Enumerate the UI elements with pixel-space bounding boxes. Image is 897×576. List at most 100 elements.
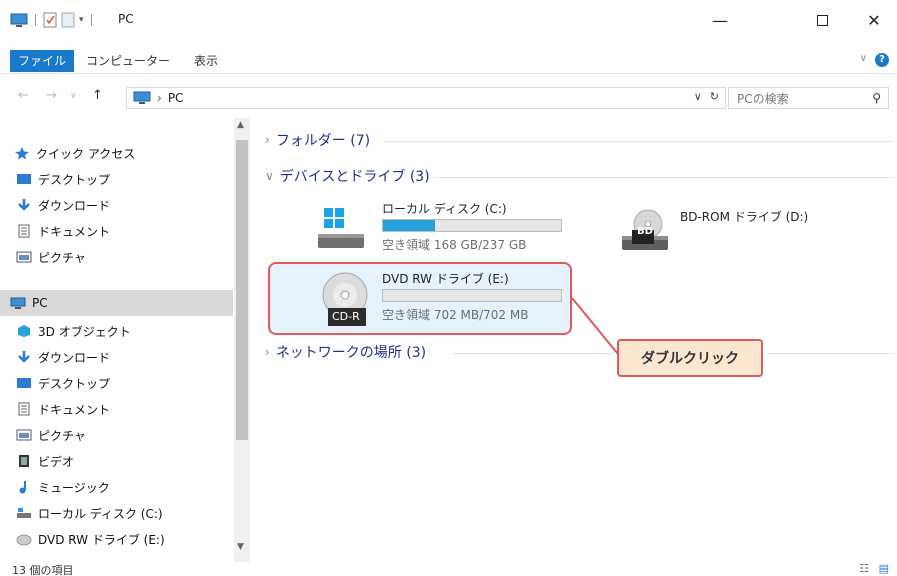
recent-locations-icon[interactable]: ∨ bbox=[70, 91, 77, 101]
drive-e[interactable]: CD-R DVD RW ドライブ (E:) 空き領域 702 MB/702 MB bbox=[270, 266, 562, 328]
minimize-icon: — bbox=[712, 10, 728, 30]
pc-icon[interactable] bbox=[10, 13, 28, 28]
pc-icon bbox=[133, 91, 151, 104]
close-icon: ✕ bbox=[867, 10, 881, 30]
breadcrumb[interactable]: PC bbox=[168, 91, 184, 105]
nav-item-music[interactable]: ミュージック bbox=[16, 474, 249, 500]
group-network[interactable]: › ネットワークの場所 (3) bbox=[265, 342, 426, 362]
pictures-icon bbox=[16, 429, 32, 441]
nav-item-videos[interactable]: ビデオ bbox=[16, 448, 249, 474]
large-icons-view-icon[interactable]: ▤ bbox=[879, 562, 889, 575]
nav-item-pictures[interactable]: ピクチャ ✎ bbox=[16, 244, 249, 270]
refresh-icon[interactable]: ↻ bbox=[710, 90, 719, 103]
up-icon[interactable]: ↑ bbox=[92, 88, 103, 103]
title-bar: ▾ PC — ✕ bbox=[0, 0, 897, 46]
scroll-up-icon[interactable]: ▲ bbox=[237, 120, 244, 130]
scroll-down-icon[interactable]: ▼ bbox=[237, 542, 244, 552]
divider bbox=[434, 177, 894, 178]
nav-item-downloads-pc[interactable]: ダウンロード bbox=[16, 344, 249, 370]
drive-icon bbox=[17, 508, 31, 518]
separator bbox=[35, 14, 36, 26]
address-actions: ∨ ↻ bbox=[694, 90, 719, 103]
explorer-window: ▾ PC — ✕ ファイル コンピューター 表示 ∨ ? ← → ∨ ↑ › P… bbox=[0, 0, 897, 576]
tab-file[interactable]: ファイル bbox=[10, 50, 75, 72]
download-icon bbox=[18, 199, 30, 211]
nav-item-desktop-pc[interactable]: デスクトップ bbox=[16, 370, 249, 396]
chevron-right-icon: › bbox=[265, 345, 270, 359]
drive-usage-fill bbox=[383, 220, 435, 231]
nav-item-pc[interactable]: PC bbox=[0, 290, 233, 316]
customize-qat-icon[interactable]: ▾ bbox=[79, 15, 84, 25]
nav-item-label: デスクトップ bbox=[38, 172, 111, 187]
desktop-icon bbox=[17, 378, 31, 388]
address-dropdown-icon[interactable]: ∨ bbox=[694, 90, 702, 103]
pictures-icon bbox=[16, 251, 32, 263]
group-devices[interactable]: ∨ デバイスとドライブ (3) bbox=[265, 166, 430, 186]
nav-item-pictures-pc[interactable]: ピクチャ bbox=[16, 422, 249, 448]
drive-badge: BD bbox=[637, 226, 653, 237]
new-folder-icon[interactable] bbox=[61, 12, 75, 28]
drive-d[interactable]: BD BD-ROM ドライブ (D:) bbox=[568, 196, 858, 258]
disc-icon bbox=[16, 534, 32, 546]
quick-access-toolbar: ▾ bbox=[10, 11, 95, 29]
cube-icon bbox=[18, 325, 30, 337]
properties-icon[interactable] bbox=[43, 12, 57, 28]
minimize-button[interactable]: — bbox=[697, 0, 743, 40]
nav-item-label: クイック アクセス bbox=[36, 146, 136, 161]
nav-item-label: ミュージック bbox=[38, 480, 110, 495]
navigation-row: ← → ∨ ↑ › PC ∨ ↻ PCの検索 ⚲ bbox=[0, 80, 897, 114]
help-icon[interactable]: ? bbox=[875, 53, 889, 67]
drive-usage-bar bbox=[382, 289, 562, 302]
address-bar[interactable]: › PC ∨ ↻ bbox=[126, 87, 726, 109]
nav-item-label: ドキュメント bbox=[38, 224, 111, 239]
nav-item-dvd-drive[interactable]: DVD RW ドライブ (E:) bbox=[16, 526, 249, 552]
status-bar: 13 個の項目 ☷ ▤ bbox=[0, 562, 897, 576]
search-icon[interactable]: ⚲ bbox=[872, 91, 881, 105]
back-icon[interactable]: ← bbox=[18, 88, 29, 103]
pc-icon bbox=[10, 297, 26, 309]
tab-computer[interactable]: コンピューター bbox=[78, 50, 178, 72]
nav-item-downloads[interactable]: ダウンロード ✎ bbox=[16, 192, 249, 218]
maximize-icon bbox=[816, 14, 828, 26]
nav-item-label: ピクチャ bbox=[38, 428, 86, 443]
nav-item-desktop[interactable]: デスクトップ ✎ bbox=[16, 166, 249, 192]
media-badge: CD-R bbox=[332, 310, 360, 323]
nav-item-label: デスクトップ bbox=[38, 376, 111, 391]
callout-label: ダブルクリック bbox=[617, 339, 763, 377]
drive-c[interactable]: ローカル ディスク (C:) 空き領域 168 GB/237 GB bbox=[270, 196, 562, 258]
drive-name: DVD RW ドライブ (E:) bbox=[382, 272, 509, 286]
drive-usage-bar bbox=[382, 219, 562, 232]
star-icon bbox=[15, 147, 29, 160]
maximize-button[interactable] bbox=[799, 0, 845, 40]
divider bbox=[384, 141, 894, 142]
nav-item-documents[interactable]: ドキュメント ✎ bbox=[16, 218, 249, 244]
nav-item-local-disk[interactable]: ローカル ディスク (C:) bbox=[16, 500, 249, 526]
nav-item-label: ローカル ディスク (C:) bbox=[38, 506, 163, 521]
search-input[interactable]: PCの検索 ⚲ bbox=[728, 87, 889, 109]
nav-item-label: 3D オブジェクト bbox=[38, 324, 131, 339]
drive-free-space: 空き領域 702 MB/702 MB bbox=[382, 308, 529, 322]
group-title: デバイスとドライブ (3) bbox=[279, 169, 430, 185]
group-title: ネットワークの場所 (3) bbox=[275, 345, 427, 361]
download-icon bbox=[18, 351, 30, 363]
tab-view[interactable]: 表示 bbox=[186, 50, 226, 72]
chevron-down-icon: ∨ bbox=[265, 169, 274, 183]
nav-item-quick-access[interactable]: クイック アクセス bbox=[14, 140, 247, 166]
windows-drive-icon bbox=[318, 208, 364, 248]
nav-item-documents-pc[interactable]: ドキュメント bbox=[16, 396, 249, 422]
expand-ribbon-icon[interactable]: ∨ bbox=[860, 53, 867, 64]
document-icon bbox=[18, 402, 30, 416]
close-button[interactable]: ✕ bbox=[851, 0, 897, 40]
navigation-pane: クイック アクセス デスクトップ ✎ ダウンロード ✎ ドキュメント ✎ ピクチ… bbox=[0, 118, 250, 562]
nav-item-label: ピクチャ bbox=[38, 250, 86, 265]
group-folders[interactable]: › フォルダー (7) bbox=[265, 130, 370, 150]
scroll-thumb[interactable] bbox=[236, 140, 248, 440]
separator bbox=[90, 14, 92, 26]
nav-scrollbar[interactable]: ▲ ▼ bbox=[234, 118, 250, 562]
breadcrumb-chevron-icon[interactable]: › bbox=[157, 91, 162, 105]
details-view-icon[interactable]: ☷ bbox=[859, 562, 869, 575]
drive-free-space: 空き領域 168 GB/237 GB bbox=[382, 238, 527, 252]
forward-icon[interactable]: → bbox=[46, 88, 57, 103]
document-icon bbox=[18, 224, 30, 238]
nav-item-3d-objects[interactable]: 3D オブジェクト bbox=[16, 318, 249, 344]
